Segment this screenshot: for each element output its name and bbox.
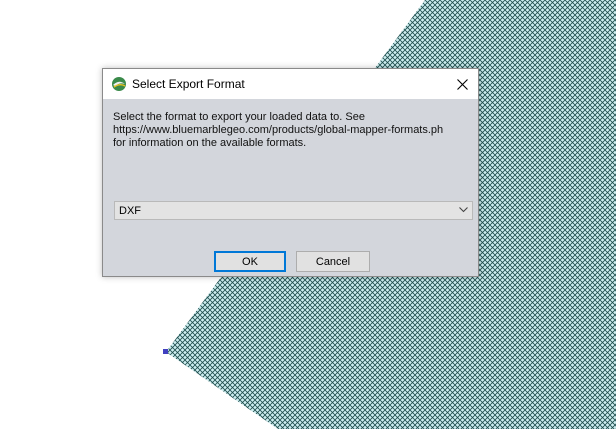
message-line: Select the format to export your loaded … <box>113 111 365 123</box>
export-format-dialog: Select Export Format Select the format t… <box>102 68 479 277</box>
dialog-message: Select the format to export your loaded … <box>113 111 468 150</box>
dialog-title: Select Export Format <box>132 77 245 91</box>
close-button[interactable] <box>446 69 478 99</box>
format-dropdown[interactable]: DXF <box>114 201 473 220</box>
message-line: for information on the available formats… <box>113 137 307 149</box>
polygon-vertex-marker[interactable] <box>163 349 168 354</box>
globe-logo-icon <box>112 77 126 91</box>
ok-button[interactable]: OK <box>214 251 286 272</box>
message-url-line: https://www.bluemarblegeo.com/products/g… <box>113 124 444 136</box>
dialog-titlebar[interactable]: Select Export Format <box>103 69 478 99</box>
cancel-button[interactable]: Cancel <box>296 251 370 272</box>
close-icon <box>456 78 468 90</box>
chevron-down-icon <box>459 207 468 213</box>
format-dropdown-value: DXF <box>119 205 141 217</box>
